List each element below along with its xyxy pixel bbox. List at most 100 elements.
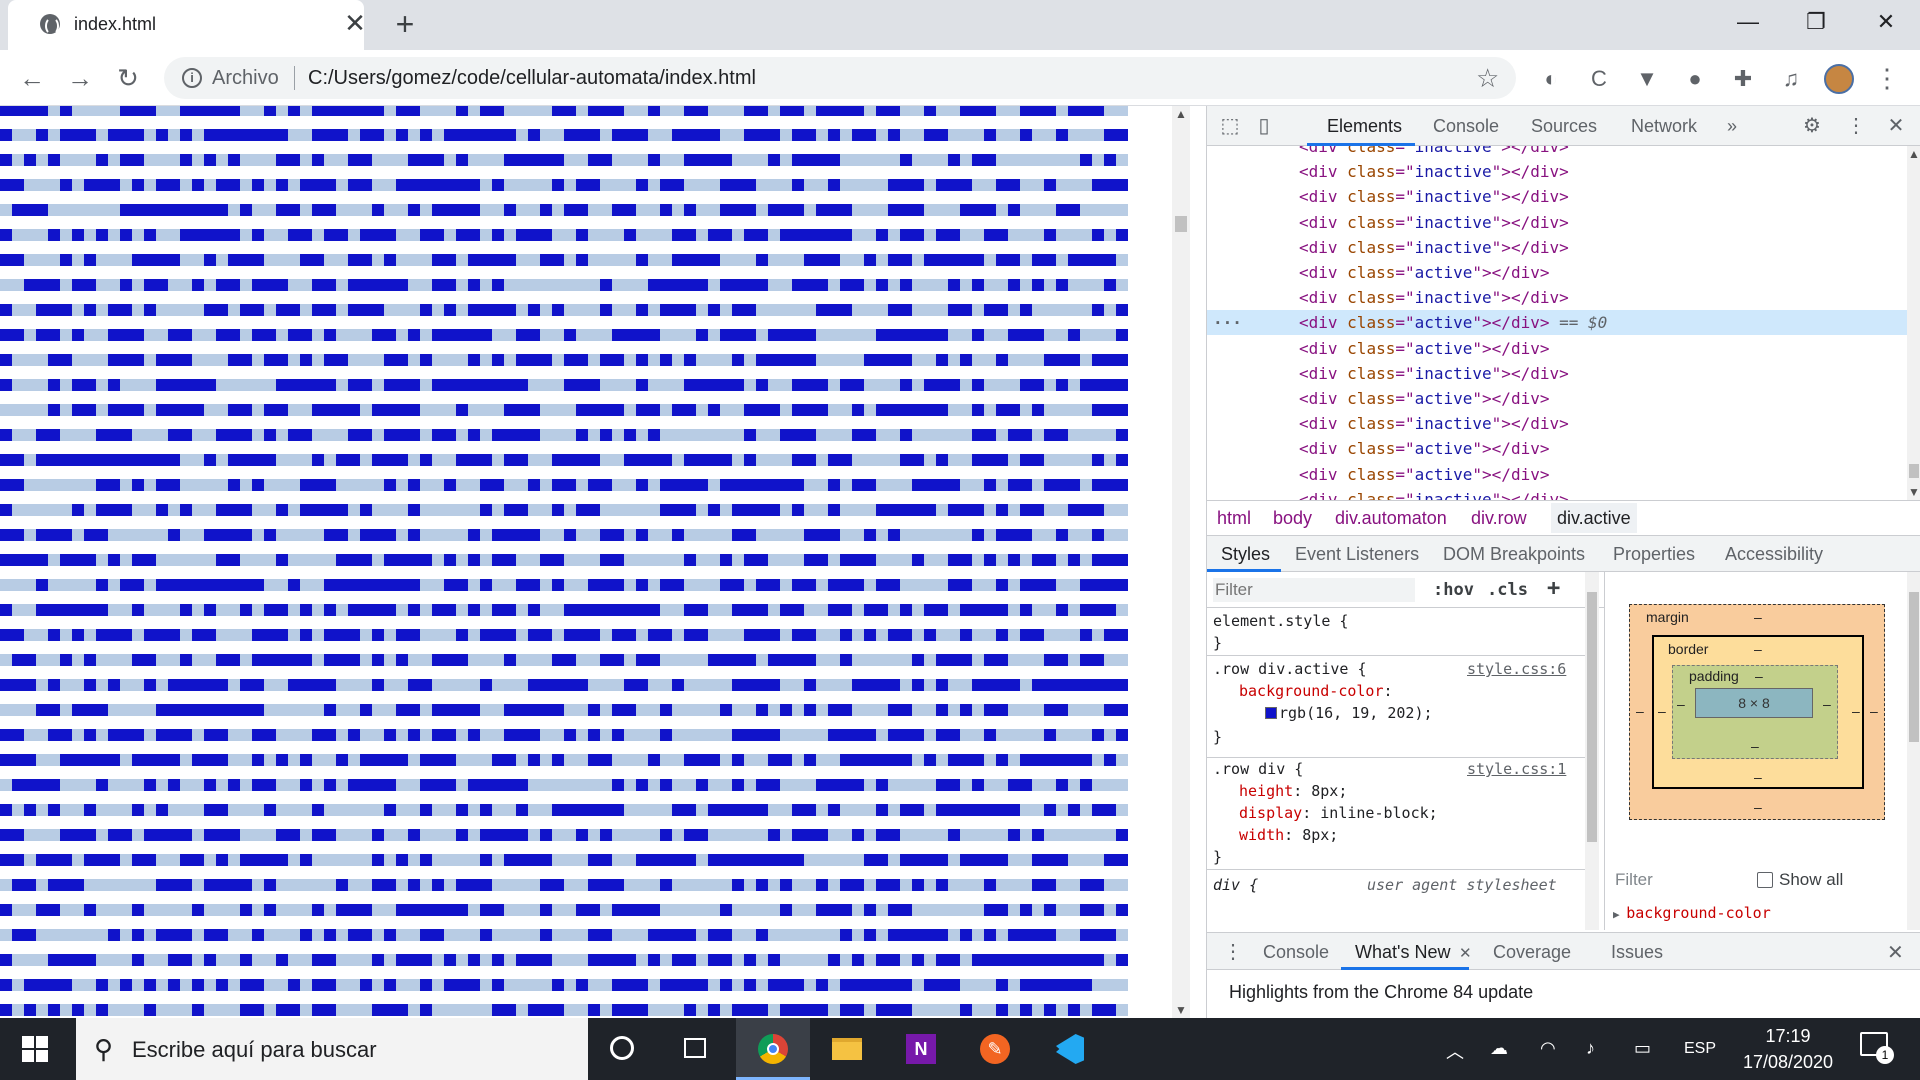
tab-sources[interactable]: Sources (1531, 116, 1597, 137)
dom-scroll-up-icon[interactable]: ▲ (1905, 146, 1920, 162)
class-toggle[interactable]: .cls (1487, 580, 1528, 600)
drawer-tab-whats-new[interactable]: What's New (1355, 942, 1450, 963)
task-view-icon[interactable] (660, 1018, 734, 1080)
onenote-icon[interactable]: N (884, 1018, 958, 1080)
whats-new-message[interactable]: Highlights from the Chrome 84 update (1229, 982, 1533, 1003)
cortana-icon[interactable] (586, 1018, 660, 1080)
box-model-padding[interactable]: padding – – – – 8 × 8 (1672, 665, 1838, 759)
crumb-html[interactable]: html (1217, 508, 1251, 529)
kebab-menu-icon[interactable]: ⋮ (1843, 114, 1869, 138)
styles-scroll-thumb[interactable] (1587, 592, 1597, 842)
tab-event-listeners[interactable]: Event Listeners (1295, 544, 1419, 565)
dom-node-line[interactable]: <div class="active"></div> (1207, 260, 1907, 285)
language-indicator[interactable]: ESP (1684, 1040, 1716, 1058)
dom-node-line[interactable]: <div class="inactive"></div> (1207, 361, 1907, 386)
onedrive-cloud-icon[interactable]: ☁ (1490, 1038, 1508, 1059)
minimize-button[interactable]: — (1728, 6, 1768, 38)
styles-filter-input[interactable] (1213, 578, 1415, 602)
tab-network[interactable]: Network (1631, 116, 1697, 137)
page-scrollbar[interactable]: ▲ ▼ (1172, 106, 1190, 1018)
bookmark-star-icon[interactable]: ☆ (1476, 63, 1499, 94)
pen-app-icon[interactable]: ✎ (958, 1018, 1032, 1080)
action-center-icon[interactable]: 1 (1860, 1032, 1894, 1064)
rule2-decl-width[interactable]: width: 8px; (1239, 826, 1338, 844)
crumb-automaton[interactable]: div.automaton (1335, 508, 1447, 529)
dom-node-line[interactable]: ··· <div class="active"></div> == $0 (1207, 310, 1907, 336)
tab-accessibility[interactable]: Accessibility (1725, 544, 1823, 565)
drawer-menu-icon[interactable]: ⋮ (1223, 939, 1243, 964)
dom-node-line[interactable]: <div class="active"></div> (1207, 436, 1907, 461)
dom-node-line[interactable]: <div class="active"></div> (1207, 336, 1907, 361)
wifi-icon[interactable]: ◠ (1540, 1038, 1556, 1059)
clock-time[interactable]: 17:19 (1740, 1026, 1836, 1047)
chrome-menu-icon[interactable]: ⋮ (1874, 62, 1900, 94)
chrome-icon[interactable] (736, 1018, 810, 1080)
tray-chevron-icon[interactable]: ︿ (1446, 1038, 1464, 1064)
rule2-decl-height[interactable]: height: 8px; (1239, 782, 1347, 800)
reload-icon[interactable]: ↻ (112, 62, 144, 94)
code-extension-icon[interactable]: C (1586, 66, 1612, 92)
drawer-tab-console[interactable]: Console (1263, 942, 1329, 963)
settings-gear-icon[interactable]: ⚙ (1799, 114, 1825, 138)
windows-start-icon[interactable] (22, 1036, 48, 1062)
rule2-decl-display[interactable]: display: inline-block; (1239, 804, 1438, 822)
node-actions-icon[interactable]: ··· (1213, 310, 1242, 335)
dom-node-line[interactable]: <div class="inactive"></div> (1207, 235, 1907, 260)
dom-node-line[interactable]: <div class="inactive"></div> (1207, 210, 1907, 235)
scroll-down-icon[interactable]: ▼ (1172, 1002, 1190, 1018)
rule1-value[interactable]: rgb(16, 19, 202); (1279, 704, 1433, 722)
tab-elements[interactable]: Elements (1327, 116, 1402, 137)
close-devtools-icon[interactable]: ✕ (1883, 114, 1909, 138)
rule1-declaration[interactable]: background-color: (1239, 682, 1393, 700)
dom-node-line[interactable]: <div class="active"></div> (1207, 462, 1907, 487)
more-tabs-icon[interactable]: » (1727, 116, 1737, 137)
box-model-content[interactable]: 8 × 8 (1695, 688, 1813, 718)
dom-node-line[interactable]: <div class="inactive"></div> (1207, 487, 1907, 500)
profile-avatar[interactable] (1824, 64, 1854, 94)
computed-filter-input[interactable]: Filter (1615, 870, 1653, 890)
dom-node-line[interactable]: <div class="inactive"></div> (1207, 159, 1907, 184)
vscode-icon[interactable] (1032, 1018, 1106, 1080)
dom-scroll-thumb[interactable] (1909, 464, 1919, 478)
tab-console[interactable]: Console (1433, 116, 1499, 137)
extensions-puzzle-icon[interactable]: ✚ (1730, 66, 1756, 92)
back-arrow-icon[interactable]: ← (16, 62, 48, 94)
crumb-active[interactable]: div.active (1551, 503, 1637, 533)
new-rule-button[interactable]: + (1547, 576, 1560, 601)
hover-state-toggle[interactable]: :hov (1433, 580, 1474, 600)
dom-node-line[interactable]: <div class="inactive"></div> (1207, 285, 1907, 310)
dom-node-line[interactable]: <div class="inactive"></div> (1207, 184, 1907, 209)
volume-icon[interactable]: ♪ (1586, 1038, 1595, 1059)
dom-node-line[interactable]: <div class="inactive"></div> (1207, 411, 1907, 436)
inspect-element-icon[interactable]: ⬚ (1217, 114, 1243, 138)
rule2-source-link[interactable]: style.css:1 (1467, 760, 1566, 778)
tab-dom-breakpoints[interactable]: DOM Breakpoints (1443, 544, 1585, 565)
computed-scrollbar[interactable] (1907, 572, 1920, 930)
tab-close-icon[interactable]: ✕ (342, 10, 368, 36)
page-scroll-thumb[interactable] (1175, 216, 1187, 232)
info-icon[interactable]: i (182, 68, 202, 88)
new-tab-button[interactable]: + (390, 8, 420, 40)
scroll-up-icon[interactable]: ▲ (1172, 106, 1190, 122)
dom-node-line[interactable]: <div class="active"></div> (1207, 386, 1907, 411)
tab-properties[interactable]: Properties (1613, 544, 1695, 565)
crumb-body[interactable]: body (1273, 508, 1312, 529)
styles-scrollbar[interactable] (1585, 572, 1599, 930)
box-model-border[interactable]: border – – – – padding – – – – 8 × 8 (1652, 635, 1864, 789)
browser-tab[interactable]: index.html ✕ (8, 0, 366, 50)
computed-scroll-thumb[interactable] (1909, 592, 1919, 742)
dom-node-line[interactable]: <div class="inactive"></div> (1207, 146, 1907, 159)
drawer-tab-coverage[interactable]: Coverage (1493, 942, 1571, 963)
close-drawer-icon[interactable]: ✕ (1887, 940, 1904, 965)
media-queue-icon[interactable]: ♫ (1778, 66, 1804, 92)
battery-icon[interactable]: ▭ (1634, 1038, 1651, 1059)
crumb-row[interactable]: div.row (1471, 508, 1527, 529)
file-explorer-icon[interactable] (810, 1018, 884, 1080)
whats-new-close-icon[interactable]: ✕ (1459, 944, 1472, 962)
show-all-checkbox[interactable]: Show all (1757, 870, 1843, 890)
tomato-timer-icon[interactable]: ● (1682, 66, 1708, 92)
ghost-extension-icon[interactable]: ◐ (1538, 66, 1564, 92)
expand-triangle-icon[interactable]: ▶ (1613, 908, 1626, 921)
clock-date[interactable]: 17/08/2020 (1734, 1052, 1842, 1073)
url-text[interactable]: C:/Users/gomez/code/cellular-automata/in… (308, 67, 756, 90)
